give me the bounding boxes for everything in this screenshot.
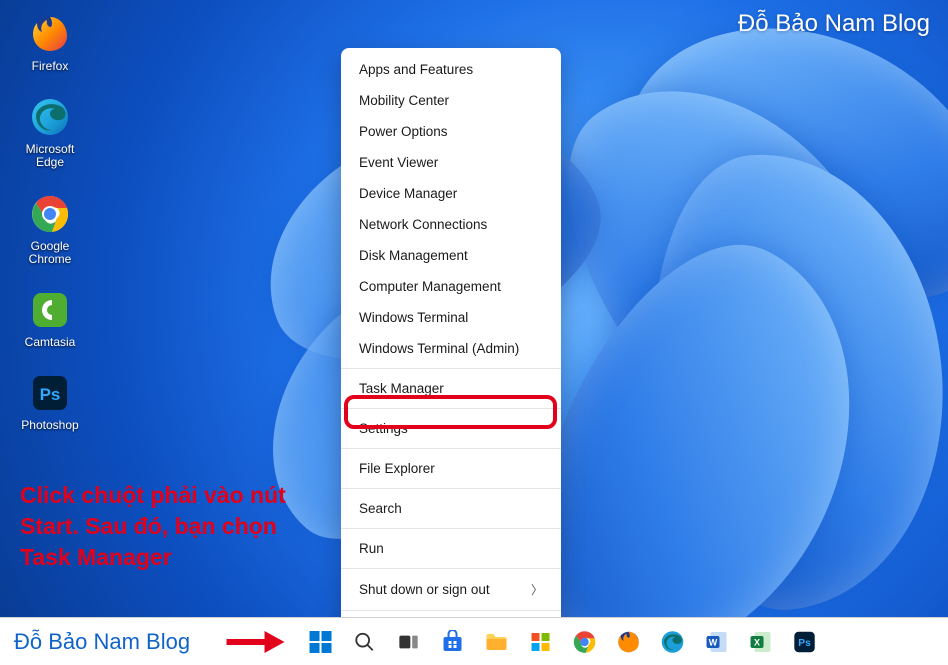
desktop-icon-chrome[interactable]: Google Chrome [14, 192, 86, 266]
watermark-text: Đỗ Bảo Nam Blog [738, 10, 930, 38]
menu-item-run[interactable]: Run [341, 533, 561, 564]
menu-separator [341, 610, 561, 611]
menu-item-file-explorer[interactable]: File Explorer [341, 453, 561, 484]
desktop-icons-column: Firefox Microsoft Edge [14, 12, 86, 432]
windows-logo-icon [309, 630, 333, 654]
desktop-background: Đỗ Bảo Nam Blog Firefox Microsoft [0, 0, 948, 665]
svg-text:Ps: Ps [798, 638, 811, 649]
chevron-right-icon: 〉 [531, 581, 543, 598]
taskbar-chrome-button[interactable] [571, 628, 599, 656]
menu-item-shutdown[interactable]: Shut down or sign out〉 [341, 573, 561, 606]
menu-item-computer-management[interactable]: Computer Management [341, 271, 561, 302]
taskbar-center-group: W X Ps [225, 628, 819, 656]
chrome-icon [573, 630, 597, 654]
menu-separator [341, 368, 561, 369]
menu-item-network-connections[interactable]: Network Connections [341, 209, 561, 240]
desktop-icon-label: Microsoft Edge [14, 143, 86, 169]
menu-item-task-manager[interactable]: Task Manager [341, 373, 561, 404]
menu-item-device-manager[interactable]: Device Manager [341, 178, 561, 209]
firefox-icon [617, 630, 641, 654]
svg-text:Ps: Ps [40, 385, 61, 404]
taskbar-store-button[interactable] [439, 628, 467, 656]
menu-item-event-viewer[interactable]: Event Viewer [341, 147, 561, 178]
office-icon [529, 630, 553, 654]
word-icon: W [705, 630, 729, 654]
svg-text:X: X [754, 637, 760, 647]
desktop-icon-photoshop[interactable]: Ps Photoshop [14, 371, 86, 432]
taskbar-edge-button[interactable] [659, 628, 687, 656]
desktop-icon-label: Google Chrome [14, 240, 86, 266]
taskbar-start-button[interactable] [307, 628, 335, 656]
menu-item-windows-terminal-admin[interactable]: Windows Terminal (Admin) [341, 333, 561, 364]
menu-item-settings[interactable]: Settings [341, 413, 561, 444]
svg-text:W: W [709, 637, 718, 647]
excel-icon: X [749, 630, 773, 654]
menu-item-power-options[interactable]: Power Options [341, 116, 561, 147]
menu-separator [341, 488, 561, 489]
taskbar-photoshop-button[interactable]: Ps [791, 628, 819, 656]
menu-separator [341, 568, 561, 569]
photoshop-icon: Ps [793, 630, 817, 654]
desktop-icon-firefox[interactable]: Firefox [14, 12, 86, 73]
desktop-icon-edge[interactable]: Microsoft Edge [14, 95, 86, 169]
taskbar-search-button[interactable] [351, 628, 379, 656]
edge-icon [661, 630, 685, 654]
menu-item-mobility-center[interactable]: Mobility Center [341, 85, 561, 116]
menu-separator [341, 448, 561, 449]
camtasia-icon [28, 288, 72, 332]
menu-separator [341, 408, 561, 409]
bottom-brand-text: Đỗ Bảo Nam Blog [0, 629, 190, 655]
taskbar-office-button[interactable] [527, 628, 555, 656]
firefox-icon [28, 12, 72, 56]
taskbar-word-button[interactable]: W [703, 628, 731, 656]
store-icon [441, 630, 465, 654]
folder-icon [485, 630, 509, 654]
desktop-icon-label: Firefox [32, 60, 69, 73]
menu-separator [341, 528, 561, 529]
start-context-menu: Apps and Features Mobility Center Power … [341, 48, 561, 652]
taskbar-excel-button[interactable]: X [747, 628, 775, 656]
desktop-icon-label: Photoshop [21, 419, 78, 432]
taskview-icon [398, 631, 420, 653]
desktop-icon-label: Camtasia [25, 336, 76, 349]
menu-item-apps-features[interactable]: Apps and Features [341, 54, 561, 85]
annotation-text: Click chuột phải vào nút Start. Sau đó, … [20, 480, 310, 573]
taskbar: Đỗ Bảo Nam Blog [0, 617, 948, 665]
taskbar-taskview-button[interactable] [395, 628, 423, 656]
menu-item-disk-management[interactable]: Disk Management [341, 240, 561, 271]
desktop-icon-camtasia[interactable]: Camtasia [14, 288, 86, 349]
menu-item-search[interactable]: Search [341, 493, 561, 524]
annotation-arrow-icon [225, 629, 285, 655]
search-icon [354, 631, 376, 653]
menu-item-windows-terminal[interactable]: Windows Terminal [341, 302, 561, 333]
photoshop-icon: Ps [28, 371, 72, 415]
edge-icon [28, 95, 72, 139]
taskbar-firefox-button[interactable] [615, 628, 643, 656]
chrome-icon [28, 192, 72, 236]
taskbar-explorer-button[interactable] [483, 628, 511, 656]
